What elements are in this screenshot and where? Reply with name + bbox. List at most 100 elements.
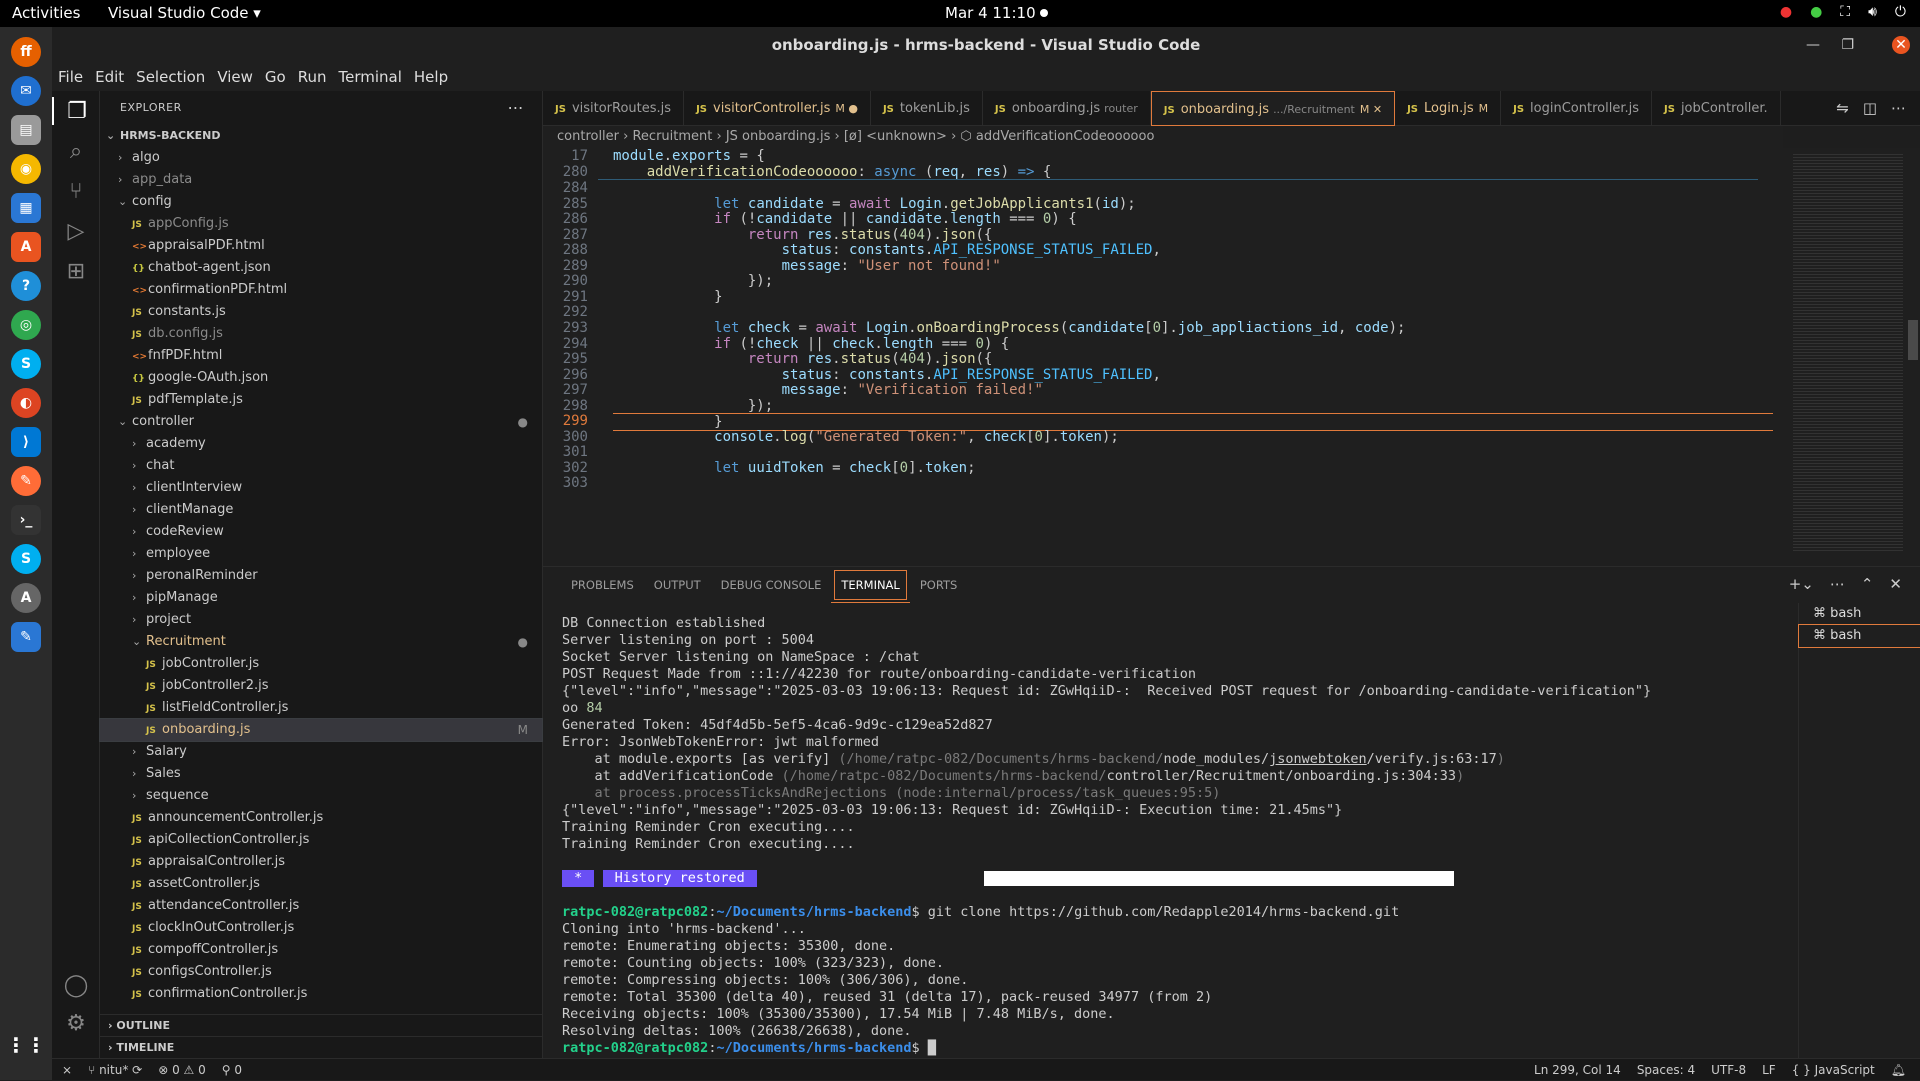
terminal-icon[interactable]: ›_ (11, 505, 41, 535)
search-icon[interactable]: ⌕ (62, 137, 90, 165)
clock[interactable]: Mar 4 11:10 (945, 4, 1036, 22)
file-item[interactable]: JS announcementController.js (100, 807, 542, 829)
project-root[interactable]: ⌄ HRMS-BACKEND (100, 125, 542, 147)
editor-tab[interactable]: JS visitorController.js M ● (684, 91, 871, 126)
remote-icon[interactable]: ⨯ (62, 1059, 72, 1081)
extensions-icon[interactable]: ⊞ (62, 257, 90, 285)
menu-view[interactable]: View (211, 63, 259, 91)
file-item[interactable]: {} google-OAuth.json (100, 367, 542, 389)
folder-item[interactable]: › academy (100, 433, 542, 455)
minimize-icon[interactable]: — (1806, 27, 1820, 63)
system-tray[interactable]: ● ● ⛶ 🔊︎ ⏻ (1780, 4, 1906, 20)
rhythmbox-icon[interactable]: ◉ (11, 154, 41, 184)
volume-icon[interactable]: 🔊︎ (1868, 4, 1877, 20)
file-item[interactable]: JS listFieldController.js (100, 697, 542, 719)
panel-tab-problems[interactable]: PROBLEMS (561, 567, 644, 603)
update-icon[interactable]: ● (1810, 4, 1822, 20)
menu-terminal[interactable]: Terminal (333, 63, 408, 91)
folder-item[interactable]: ⌄ controller ● (100, 411, 542, 433)
folder-item[interactable]: › app_data (100, 169, 542, 191)
folder-item[interactable]: ⌄ config (100, 191, 542, 213)
terminal-output[interactable]: DB Connection established Server listenin… (562, 615, 1792, 1057)
file-item[interactable]: JS assetController.js (100, 873, 542, 895)
folder-item[interactable]: › algo (100, 147, 542, 169)
folder-item[interactable]: › chat (100, 455, 542, 477)
software-icon[interactable]: A (11, 232, 41, 262)
editor-tab[interactable]: JS onboarding.js .../Recruitment M ✕ (1150, 91, 1396, 126)
compare-icon[interactable]: ⇋ (1836, 99, 1849, 117)
record-icon[interactable]: ● (1780, 4, 1792, 20)
tab-status[interactable]: M (1479, 102, 1489, 115)
minimap-slider[interactable] (1908, 320, 1918, 360)
skype-icon[interactable]: S (11, 349, 41, 379)
file-item[interactable]: <>confirmationPDF.html (100, 279, 542, 301)
timeline-section[interactable]: › TIMELINE (100, 1036, 543, 1058)
problems-status[interactable]: ⊗ 0 ⚠ 0 (158, 1059, 206, 1081)
editor-tab[interactable]: JS jobController. (1652, 91, 1781, 126)
code-editor[interactable]: 17 module.exports = {280 addVerificationC… (543, 148, 1783, 566)
folder-item[interactable]: › Sales (100, 763, 542, 785)
editor-tab[interactable]: JS Login.js M (1395, 91, 1502, 126)
menu-edit[interactable]: Edit (89, 63, 130, 91)
maximize-panel-icon[interactable]: ⌃ (1861, 575, 1874, 593)
folder-item[interactable]: ⌄ Recruitment ● (100, 631, 542, 653)
minimap[interactable] (1783, 148, 1920, 566)
panel-tab-ports[interactable]: PORTS (910, 567, 967, 603)
language-mode[interactable]: { } JavaScript (1792, 1059, 1875, 1081)
network-icon[interactable]: ⛶ (1840, 4, 1850, 20)
menu-file[interactable]: File (52, 63, 89, 91)
folder-item[interactable]: › clientManage (100, 499, 542, 521)
menu-go[interactable]: Go (259, 63, 292, 91)
editor-tab[interactable]: JS visitorRoutes.js (543, 91, 685, 126)
vscode-icon[interactable]: ⟩ (11, 427, 41, 457)
file-item[interactable]: JS onboarding.js M (99, 718, 543, 742)
breadcrumb[interactable]: controller › Recruitment › JS onboarding… (543, 126, 1783, 148)
file-item[interactable]: JS apiCollectionController.js (100, 829, 542, 851)
writer-icon[interactable]: ▦ (11, 193, 41, 223)
file-item[interactable]: JS attendanceController.js (100, 895, 542, 917)
tab-status[interactable]: M ✕ (1360, 103, 1382, 116)
ports-status[interactable]: ⚲ 0 (222, 1059, 242, 1081)
editor-tab[interactable]: JS onboarding.js router (983, 91, 1151, 126)
folder-item[interactable]: › Salary (100, 741, 542, 763)
file-item[interactable]: {} chatbot-agent.json (100, 257, 542, 279)
explorer-icon[interactable]: ❐ (52, 97, 100, 125)
close-panel-icon[interactable]: ✕ (1889, 575, 1902, 593)
menu-selection[interactable]: Selection (130, 63, 211, 91)
folder-item[interactable]: › codeReview (100, 521, 542, 543)
screenshot-icon[interactable]: ◐ (11, 388, 41, 418)
split-editor-icon[interactable]: ◫ (1863, 99, 1877, 117)
folder-item[interactable]: › project (100, 609, 542, 631)
power-icon[interactable]: ⏻ (1895, 4, 1906, 20)
file-item[interactable]: JS clockInOutController.js (100, 917, 542, 939)
updater-icon[interactable]: A (11, 583, 41, 613)
file-item[interactable]: JS jobController2.js (100, 675, 542, 697)
folder-item[interactable]: › clientInterview (100, 477, 542, 499)
terminal-instance[interactable]: ⌘ bash (1798, 624, 1920, 648)
file-item[interactable]: JS compoffController.js (100, 939, 542, 961)
cursor-position[interactable]: Ln 299, Col 14 (1534, 1059, 1621, 1081)
menu-run[interactable]: Run (292, 63, 333, 91)
source-control-icon[interactable]: ⑂ (62, 177, 90, 205)
panel-tab-output[interactable]: OUTPUT (644, 567, 711, 603)
maximize-icon[interactable]: ❐ (1841, 27, 1854, 63)
file-item[interactable]: JS appConfig.js (100, 213, 542, 235)
outline-section[interactable]: › OUTLINE (100, 1014, 543, 1036)
panel-more-icon[interactable]: ⋯ (1830, 575, 1845, 593)
file-item[interactable]: <>fnfPDF.html (100, 345, 542, 367)
new-terminal-icon[interactable]: +⌄ (1789, 575, 1814, 593)
editor-tab[interactable]: JS tokenLib.js (871, 91, 983, 126)
folder-item[interactable]: › sequence (100, 785, 542, 807)
skype2-icon[interactable]: S (11, 544, 41, 574)
indentation[interactable]: Spaces: 4 (1637, 1059, 1695, 1081)
panel-tab-terminal[interactable]: TERMINAL (831, 567, 910, 603)
app-menu[interactable]: Visual Studio Code ▾ (108, 4, 261, 22)
help-icon[interactable]: ? (11, 271, 41, 301)
folder-item[interactable]: › pipManage (100, 587, 542, 609)
chrome-icon[interactable]: ◎ (11, 310, 41, 340)
file-item[interactable]: JS db.config.js (100, 323, 542, 345)
menu-help[interactable]: Help (408, 63, 454, 91)
folder-item[interactable]: › peronalReminder (100, 565, 542, 587)
notifications-icon[interactable]: 🔔︎ (1891, 1059, 1906, 1081)
activities-button[interactable]: Activities (12, 4, 80, 22)
